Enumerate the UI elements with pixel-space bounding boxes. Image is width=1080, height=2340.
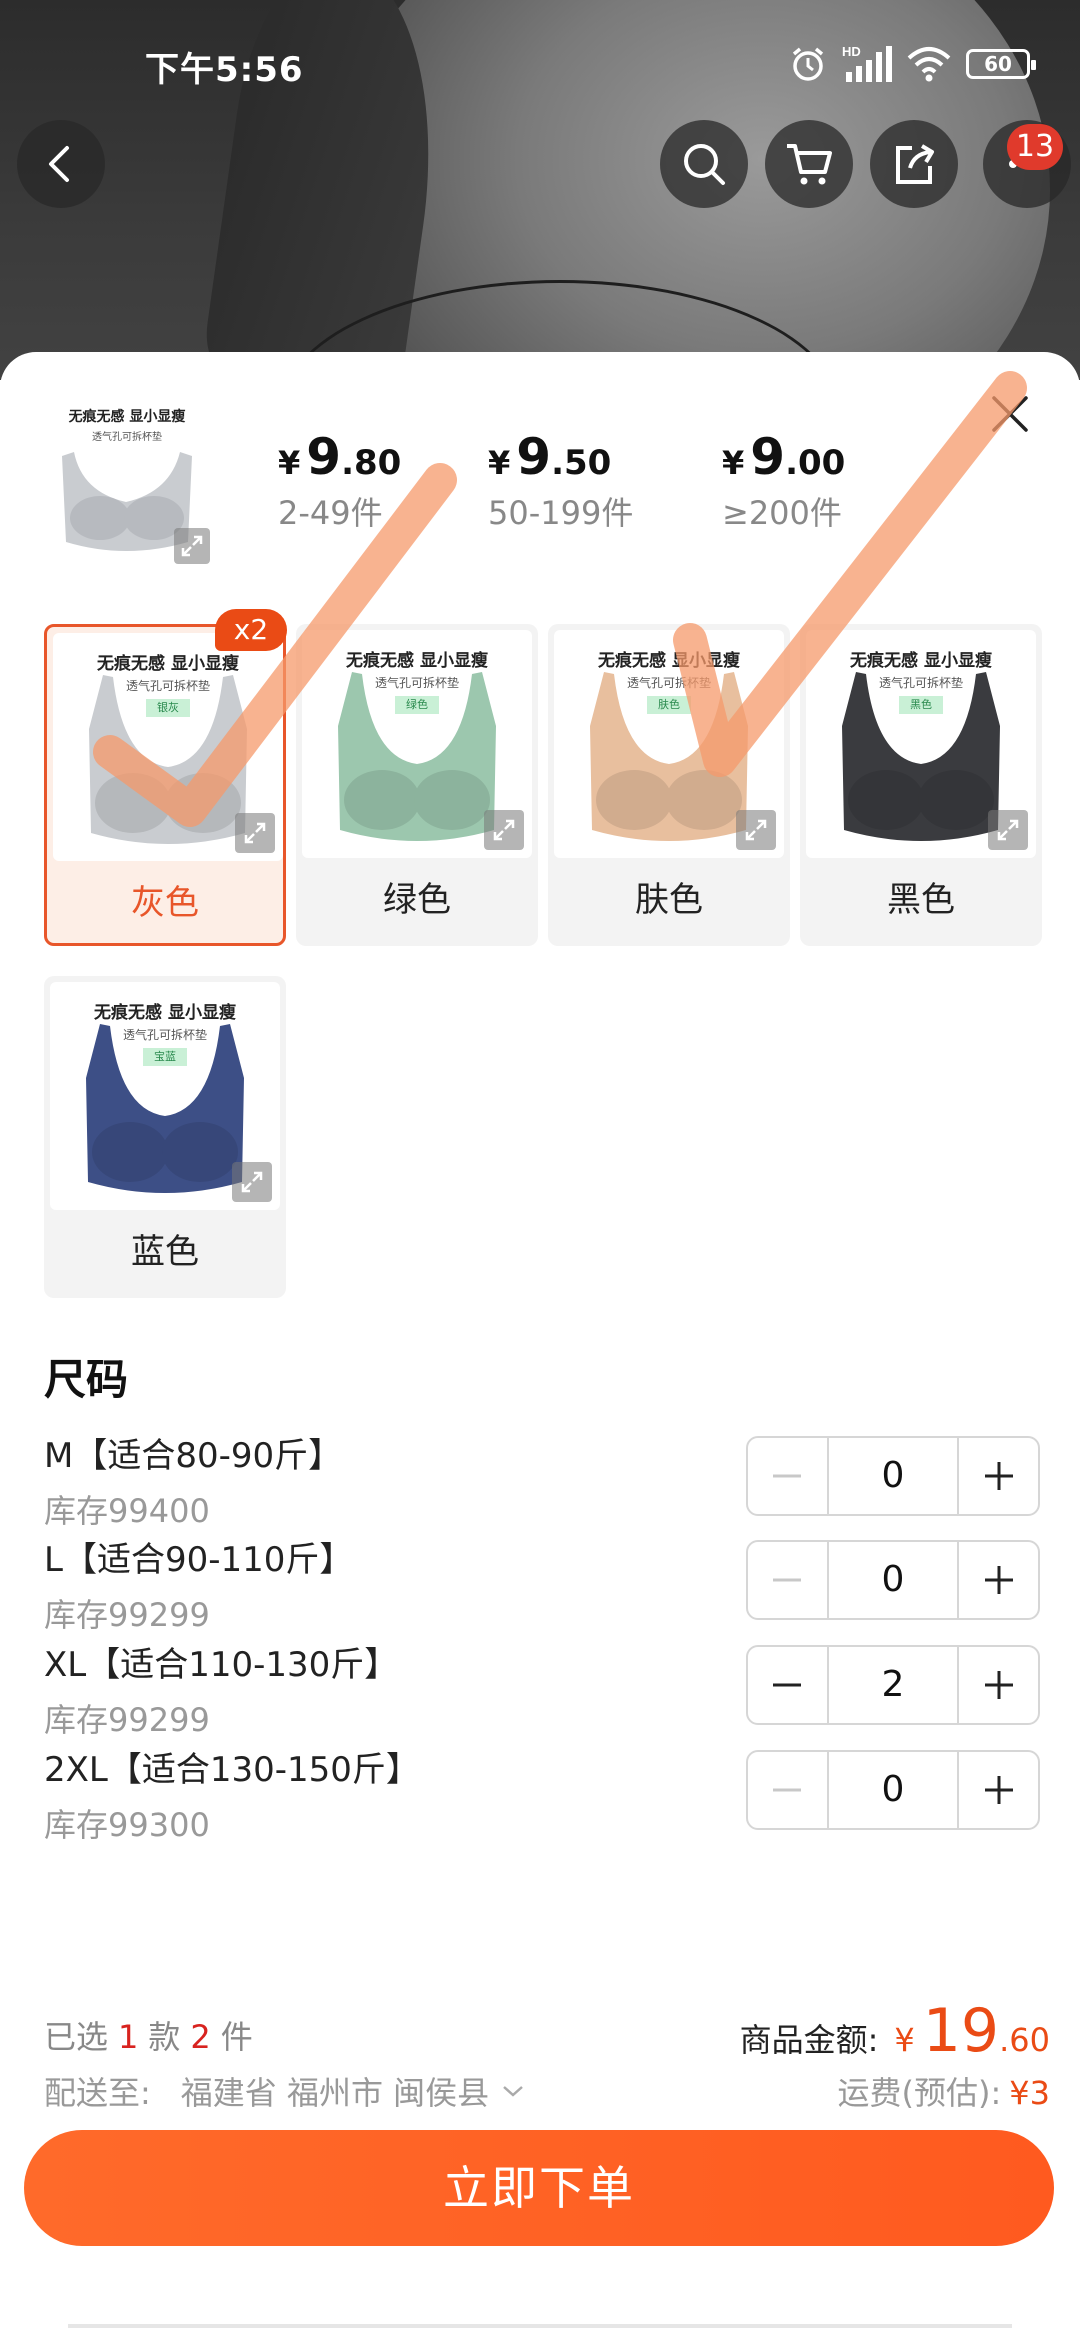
size-name: M【适合80-90斤】 bbox=[44, 1436, 343, 1476]
size-name: XL【适合110-130斤】 bbox=[44, 1645, 399, 1685]
close-button[interactable] bbox=[990, 394, 1030, 434]
status-bar: 下午5:56 HD 60 bbox=[0, 0, 1080, 130]
size-row-m: M【适合80-90斤】 库存99400 0 bbox=[44, 1428, 1040, 1548]
color-option-gray[interactable]: 无痕无感 显小显瘦 透气孔可拆杯垫 银灰 灰色 x2 bbox=[44, 609, 287, 946]
decrement-button[interactable] bbox=[748, 1752, 827, 1828]
expand-icon[interactable] bbox=[174, 528, 210, 564]
size-row-xl: XL【适合110-130斤】 库存99299 2 bbox=[44, 1637, 1040, 1757]
size-stock: 库存99299 bbox=[44, 1596, 210, 1634]
size-section-title: 尺码 bbox=[44, 1355, 129, 1404]
tier-quantity: 50-199件 bbox=[488, 494, 634, 532]
back-button[interactable] bbox=[17, 120, 105, 208]
chevron-left-icon bbox=[49, 146, 69, 182]
color-option-image: 无痕无感 显小显瘦 透气孔可拆杯垫 绿色 bbox=[302, 630, 532, 858]
size-stock: 库存99400 bbox=[44, 1492, 210, 1530]
minus-icon bbox=[773, 1474, 802, 1478]
minus-icon bbox=[773, 1578, 802, 1582]
size-name: L【适合90-110斤】 bbox=[44, 1540, 354, 1580]
plus-icon bbox=[984, 1566, 1013, 1594]
size-name: 2XL【适合130-150斤】 bbox=[44, 1750, 420, 1790]
quantity-value[interactable]: 0 bbox=[826, 1542, 960, 1618]
decrement-button[interactable] bbox=[748, 1647, 827, 1723]
freight-estimate: 运费(预估): ¥3 bbox=[837, 2074, 1050, 2112]
price-tier: ¥9.50 50-199件 bbox=[488, 428, 634, 532]
color-option-image: 无痕无感 显小显瘦 透气孔可拆杯垫 肤色 bbox=[554, 630, 784, 858]
color-option-label: 绿色 bbox=[383, 880, 451, 920]
plus-icon bbox=[984, 1671, 1013, 1699]
expand-icon[interactable] bbox=[232, 1162, 272, 1202]
color-option-skin[interactable]: 无痕无感 显小显瘦 透气孔可拆杯垫 肤色 肤色 bbox=[548, 624, 790, 946]
quantity-stepper: 0 bbox=[746, 1436, 1040, 1516]
share-icon bbox=[896, 144, 934, 184]
decrement-button[interactable] bbox=[748, 1438, 827, 1514]
color-option-image: 无痕无感 显小显瘦 透气孔可拆杯垫 黑色 bbox=[806, 630, 1036, 858]
color-option-label: 蓝色 bbox=[131, 1232, 199, 1272]
alarm-icon bbox=[792, 47, 824, 81]
price-tier: ¥9.80 2-49件 bbox=[278, 428, 402, 532]
tier-quantity: ≥200件 bbox=[722, 494, 842, 532]
plus-icon bbox=[984, 1462, 1013, 1490]
cart-button[interactable] bbox=[765, 120, 853, 208]
increment-button[interactable] bbox=[959, 1752, 1038, 1828]
selection-summary: 已选 1 款 2 件 bbox=[44, 2018, 253, 2056]
size-stock: 库存99299 bbox=[44, 1701, 210, 1739]
search-icon bbox=[684, 144, 725, 185]
expand-icon[interactable] bbox=[235, 813, 275, 853]
selected-quantity-badge: x2 bbox=[215, 609, 287, 651]
cart-count-badge: 13 bbox=[1007, 124, 1063, 170]
plus-icon bbox=[984, 1776, 1013, 1804]
minus-icon bbox=[773, 1788, 802, 1792]
quantity-stepper: 0 bbox=[746, 1750, 1040, 1830]
battery-indicator: 60 bbox=[966, 49, 1036, 79]
selected-product-thumbnail[interactable]: 无痕无感 显小显瘦 透气孔可拆杯垫 bbox=[34, 392, 220, 578]
checkout-bar: 已选 1 款 2 件 商品金额: ¥ 19 .60 配送至: 福建省 福州市 闽侯县 运… bbox=[0, 1968, 1080, 2340]
expand-icon[interactable] bbox=[736, 810, 776, 850]
search-button[interactable] bbox=[660, 120, 748, 208]
home-indicator bbox=[68, 2324, 1012, 2328]
cart-icon bbox=[787, 144, 832, 185]
quantity-stepper: 0 bbox=[746, 1540, 1040, 1620]
color-option-blue[interactable]: 无痕无感 显小显瘦 透气孔可拆杯垫 宝蓝 蓝色 bbox=[44, 976, 286, 1298]
size-row-l: L【适合90-110斤】 库存99299 0 bbox=[44, 1532, 1040, 1652]
color-option-label: 灰色 bbox=[131, 883, 199, 923]
svg-text:HD: HD bbox=[842, 44, 861, 59]
chevron-down-icon bbox=[503, 2086, 523, 2097]
quantity-value[interactable]: 0 bbox=[826, 1438, 960, 1514]
size-stock: 库存99300 bbox=[44, 1806, 210, 1844]
place-order-button[interactable]: 立即下单 bbox=[24, 2130, 1054, 2246]
quantity-value[interactable]: 2 bbox=[826, 1647, 960, 1723]
color-option-green[interactable]: 无痕无感 显小显瘦 透气孔可拆杯垫 绿色 绿色 bbox=[296, 624, 538, 946]
share-button[interactable] bbox=[870, 120, 958, 208]
increment-button[interactable] bbox=[959, 1438, 1038, 1514]
status-icons: HD 60 bbox=[788, 44, 1036, 84]
close-icon bbox=[992, 396, 1028, 432]
size-row-2xl: 2XL【适合130-150斤】 库存99300 0 bbox=[44, 1742, 1040, 1862]
shipping-address[interactable]: 配送至: 福建省 福州市 闽侯县 bbox=[44, 2068, 527, 2114]
price-tier: ¥9.00 ≥200件 bbox=[722, 428, 846, 532]
color-option-black[interactable]: 无痕无感 显小显瘦 透气孔可拆杯垫 黑色 黑色 bbox=[800, 624, 1042, 946]
status-time: 下午5:56 bbox=[145, 50, 304, 90]
increment-button[interactable] bbox=[959, 1647, 1038, 1723]
decrement-button[interactable] bbox=[748, 1542, 827, 1618]
color-option-image: 无痕无感 显小显瘦 透气孔可拆杯垫 银灰 bbox=[53, 633, 283, 861]
color-option-label: 黑色 bbox=[887, 880, 955, 920]
total-amount: 商品金额: ¥ 19 .60 bbox=[739, 1996, 1050, 2066]
color-option-label: 肤色 bbox=[635, 880, 703, 920]
minus-icon bbox=[773, 1683, 802, 1687]
expand-icon[interactable] bbox=[484, 810, 524, 850]
quantity-value[interactable]: 0 bbox=[826, 1752, 960, 1828]
wifi-icon bbox=[907, 47, 951, 82]
tier-quantity: 2-49件 bbox=[278, 494, 383, 532]
quantity-stepper: 2 bbox=[746, 1645, 1040, 1725]
signal-icon: HD bbox=[842, 44, 892, 82]
color-option-image: 无痕无感 显小显瘦 透气孔可拆杯垫 宝蓝 bbox=[50, 982, 280, 1210]
increment-button[interactable] bbox=[959, 1542, 1038, 1618]
expand-icon[interactable] bbox=[988, 810, 1028, 850]
